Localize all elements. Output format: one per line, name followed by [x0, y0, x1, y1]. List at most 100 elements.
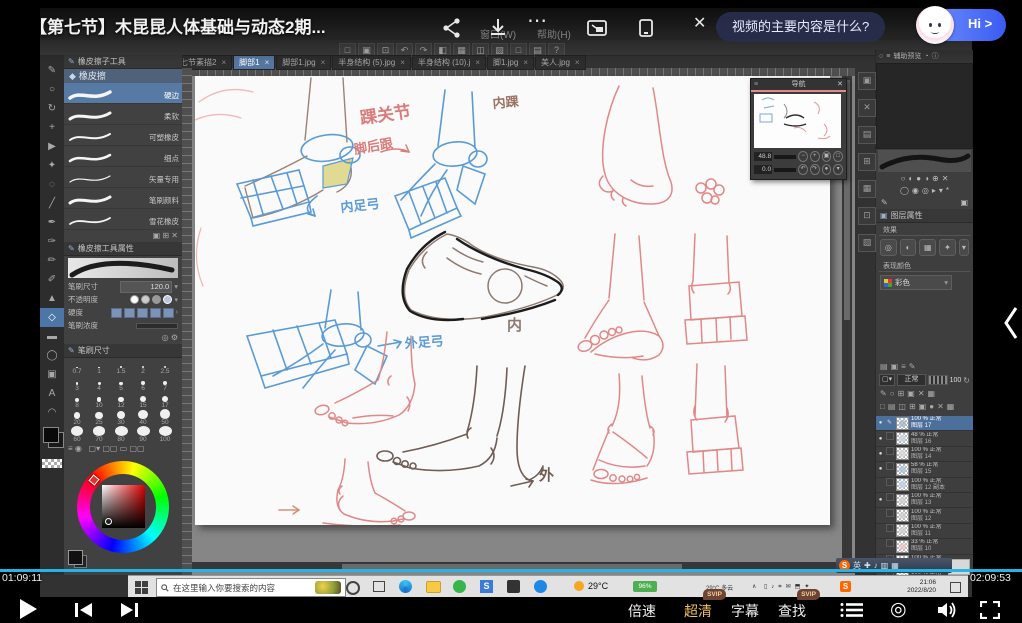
layer-thumbnail[interactable]	[896, 509, 909, 522]
brush-size-preset[interactable]: 80	[110, 426, 132, 442]
layer-lock-icons[interactable]: ✎○⊞▣✕▦	[876, 387, 973, 400]
brush-size-preset[interactable]: 50	[154, 409, 176, 426]
tool-button[interactable]: ▶	[40, 137, 64, 156]
layer-action-icons[interactable]: □▤◫⊞▣●✕▦	[876, 400, 973, 413]
speed-button[interactable]: 倍速	[628, 601, 656, 621]
taskbar-clock[interactable]: 21:062022/8/20	[880, 579, 936, 594]
record-icon[interactable]: ◎	[890, 598, 907, 621]
pip-icon[interactable]	[585, 16, 609, 40]
panel-shortcut-button[interactable]: ✕	[858, 99, 876, 117]
panel-shortcut-button[interactable]: ▤	[858, 126, 876, 144]
layer-checkbox[interactable]	[885, 524, 894, 538]
panel-shortcut-button[interactable]: ▣	[858, 72, 876, 90]
main-color-swatch[interactable]	[68, 550, 83, 565]
subtool-item[interactable]: 笔刷颜料	[64, 188, 182, 209]
subtool-item[interactable]: 柔软	[64, 104, 182, 125]
effect-tone-icon[interactable]: ◐	[900, 239, 917, 256]
reset-icon[interactable]: ↻	[963, 376, 970, 385]
brush-size-preset[interactable]: 20	[66, 409, 88, 426]
color-swatches[interactable]	[43, 427, 63, 453]
search-highlight-image[interactable]	[315, 581, 341, 594]
layer-thumbnail[interactable]	[896, 494, 909, 507]
effect-buttons[interactable]: ◎ ◐ ▦ ✦ ▾	[876, 236, 973, 259]
notification-center-icon[interactable]	[950, 582, 961, 593]
brush-size-preset[interactable]: 8	[66, 392, 88, 409]
layer-checkbox[interactable]	[885, 432, 894, 446]
eraser-tool[interactable]: ◇	[40, 308, 64, 327]
brush-size-preset[interactable]: 25	[88, 409, 110, 426]
navigator-preview[interactable]	[754, 94, 841, 148]
brush-size-value[interactable]: 120.0	[120, 281, 172, 293]
tool-button[interactable]: ✎	[40, 61, 64, 80]
brush-size-preset[interactable]: 30	[110, 409, 132, 426]
subtool-item[interactable]: 雪花橡皮	[64, 209, 182, 230]
brush-size-preset[interactable]: 40	[132, 409, 154, 426]
tool-button[interactable]: ✦	[40, 156, 64, 175]
layer-row[interactable]: ●100 % 正常图层 13	[876, 493, 973, 508]
subtool-actions[interactable]: ▣ ⊞ ✕	[64, 230, 182, 242]
hardness-presets[interactable]: ›	[111, 308, 178, 318]
edge-browser-icon[interactable]	[398, 579, 414, 595]
layer-checkbox[interactable]	[885, 447, 894, 461]
fullscreen-icon[interactable]	[980, 601, 1000, 619]
subview-buttons-row1[interactable]: ○◐●◑⊕✕	[876, 173, 973, 185]
brush-size-preset[interactable]: 7	[154, 375, 176, 392]
layer-checkbox[interactable]	[885, 509, 894, 523]
flip-icon[interactable]: ▾	[833, 164, 843, 175]
layer-checkbox[interactable]	[885, 462, 894, 476]
panel-shortcut-button[interactable]: ⊡	[858, 207, 876, 225]
reset-rotation-icon[interactable]: ●	[822, 164, 832, 175]
sv-marker[interactable]	[105, 518, 112, 525]
effect-extract-icon[interactable]: ▦	[919, 239, 936, 256]
opacity-value[interactable]: 100	[950, 377, 962, 384]
paint-tool-sai-icon[interactable]: S	[479, 579, 495, 595]
brush-size-preset[interactable]: 90	[132, 426, 154, 442]
brush-size-preset[interactable]: 3	[66, 375, 88, 392]
zoom-out-icon[interactable]: −	[798, 151, 808, 162]
navigator-rotate-value[interactable]: 0.0	[754, 165, 772, 174]
subtool-group-header[interactable]: ◆橡皮擦	[64, 69, 182, 83]
tool-button[interactable]: ✒	[40, 213, 64, 232]
rotate-right-icon[interactable]: ↷	[810, 164, 820, 175]
tool-button[interactable]: ✑	[40, 232, 64, 251]
effect-more-icon[interactable]: ▾	[959, 239, 969, 256]
layer-visible-eye-icon[interactable]: ●	[876, 493, 885, 507]
layer-thumbnail[interactable]	[896, 432, 909, 445]
layer-checkbox[interactable]	[885, 493, 894, 507]
ai-assistant-tooltip[interactable]: 视频的主要内容是什么?	[716, 12, 885, 42]
file-explorer-icon[interactable]	[425, 579, 441, 595]
image-icon[interactable]: ▣	[960, 197, 968, 209]
brush-size-preset[interactable]: 15	[132, 392, 154, 409]
tray-expand-icon[interactable]: ∧	[752, 583, 756, 590]
foreground-color-swatch[interactable]	[43, 427, 59, 443]
ai-assistant-button[interactable]: Hi >	[916, 6, 1006, 44]
tool-button[interactable]: ▬	[40, 327, 64, 346]
subview-buttons-row3[interactable]: ✎▣	[876, 197, 973, 209]
side-panel-chevron-icon[interactable]	[1004, 306, 1018, 340]
brush-size-preset[interactable]: 1	[88, 358, 110, 375]
color-panel-header[interactable]: ≡ ◉ ▢▾ ▢▢ ▭ ▢▢	[64, 442, 182, 456]
weather-temp[interactable]: 29°C	[588, 581, 608, 591]
start-button[interactable]	[135, 581, 148, 594]
app-green-icon[interactable]	[452, 579, 468, 595]
subtool-item[interactable]: 矢量专用	[64, 167, 182, 188]
layer-panel-header-icons[interactable]: ▤▣≡✎	[876, 360, 973, 373]
subtool-item[interactable]: 可塑橡皮	[64, 125, 182, 146]
layer-visible-eye-icon[interactable]: ●	[876, 416, 885, 430]
blend-mode-dropdown[interactable]: 正常	[897, 374, 926, 386]
fit-screen-icon[interactable]: ▣	[822, 151, 832, 162]
subtool-item[interactable]: 硬边	[64, 83, 182, 104]
layer-thumbnail[interactable]	[896, 478, 909, 491]
panel-shortcut-button[interactable]: ▦	[858, 180, 876, 198]
tool-button[interactable]: ▣	[40, 365, 64, 384]
app-blue-icon[interactable]	[533, 579, 549, 595]
download-icon[interactable]	[486, 16, 510, 40]
layer-row[interactable]: 33 % 正常图层 10	[876, 539, 973, 554]
color-mode-dropdown[interactable]: 彩色 ▾	[880, 275, 952, 290]
brush-size-preset[interactable]: 6	[132, 375, 154, 392]
cortana-icon[interactable]	[344, 579, 360, 595]
property-actions[interactable]: ◎ ⚙	[64, 332, 182, 344]
layer-thumbnail[interactable]	[896, 540, 909, 553]
tool-button[interactable]: +	[40, 118, 64, 137]
transparent-color-swatch[interactable]	[42, 459, 62, 468]
